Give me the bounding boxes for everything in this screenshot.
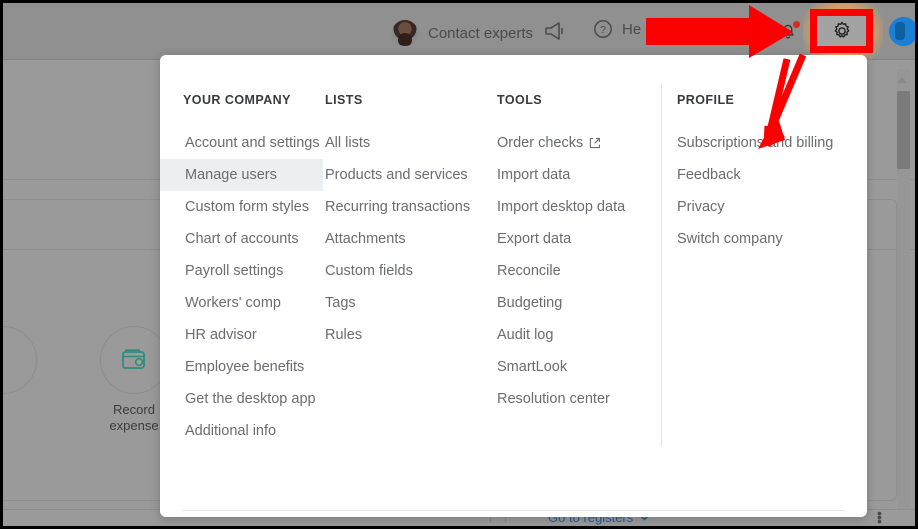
annotation-layer: [646, 5, 807, 149]
red-highlight-box-gear: [810, 9, 873, 53]
red-arrow-down-left-icon: [758, 53, 807, 149]
red-arrow-right-icon: [646, 5, 793, 58]
screenshot-root: Contact experts ? He Record expense Go t…: [0, 0, 918, 529]
